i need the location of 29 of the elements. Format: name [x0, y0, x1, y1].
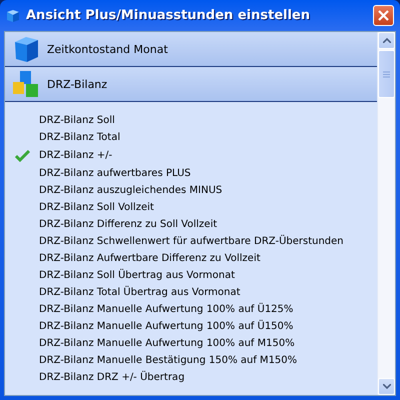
- list-item[interactable]: DRZ-Bilanz Aufwertbare Differenz zu Vollzeit: [39, 253, 260, 264]
- chevron-up-icon: [382, 38, 390, 43]
- close-button[interactable]: [373, 5, 394, 26]
- list-item[interactable]: DRZ-Bilanz +/-: [39, 150, 112, 161]
- close-icon: [378, 10, 389, 21]
- list-item[interactable]: DRZ-Bilanz DRZ +/- Übertrag: [39, 372, 185, 383]
- cubes-icon: [11, 69, 41, 99]
- window-title: Ansicht Plus/Minuasstunden einstellen: [26, 8, 311, 23]
- list-item[interactable]: DRZ-Bilanz Manuelle Aufwertung 100% auf Ü150%: [39, 321, 294, 332]
- list-item[interactable]: DRZ-Bilanz auszugleichendes MINUS: [39, 185, 222, 196]
- list-item[interactable]: DRZ-Bilanz Schwellenwert für aufwertbare DRZ-Überstunden: [39, 236, 344, 247]
- chevron-down-icon: [382, 384, 390, 389]
- cube-icon: [6, 8, 20, 22]
- section-header[interactable]: Zeitkontostand Monat: [5, 32, 377, 67]
- list-item[interactable]: DRZ-Bilanz Total Übertrag aus Vormonat: [39, 287, 240, 298]
- list-item[interactable]: DRZ-Bilanz Manuelle Bestätigung 150% auf M150%: [39, 355, 298, 366]
- list-item[interactable]: DRZ-Bilanz Soll Vollzeit: [39, 202, 154, 213]
- section-header[interactable]: DRZ-Bilanz: [5, 67, 377, 102]
- list-item[interactable]: DRZ-Bilanz Soll Übertrag aus Vormonat: [39, 270, 235, 281]
- list-item[interactable]: DRZ-Bilanz Differenz zu Soll Vollzeit: [39, 219, 218, 230]
- list-item[interactable]: DRZ-Bilanz Manuelle Aufwertung 100% auf M150%: [39, 338, 295, 349]
- list-item[interactable]: DRZ-Bilanz Total: [39, 132, 120, 143]
- list-item[interactable]: DRZ-Bilanz Soll: [39, 115, 115, 126]
- scroll-thumb[interactable]: [378, 50, 395, 98]
- list-item[interactable]: DRZ-Bilanz Manuelle Aufwertung 100% auf Ü125%: [39, 304, 294, 315]
- list-item[interactable]: DRZ-Bilanz aufwertbares PLUS: [39, 168, 191, 179]
- scroll-up-button[interactable]: [378, 32, 395, 49]
- grip-icon: [383, 70, 390, 78]
- scroll-down-button[interactable]: [378, 378, 395, 395]
